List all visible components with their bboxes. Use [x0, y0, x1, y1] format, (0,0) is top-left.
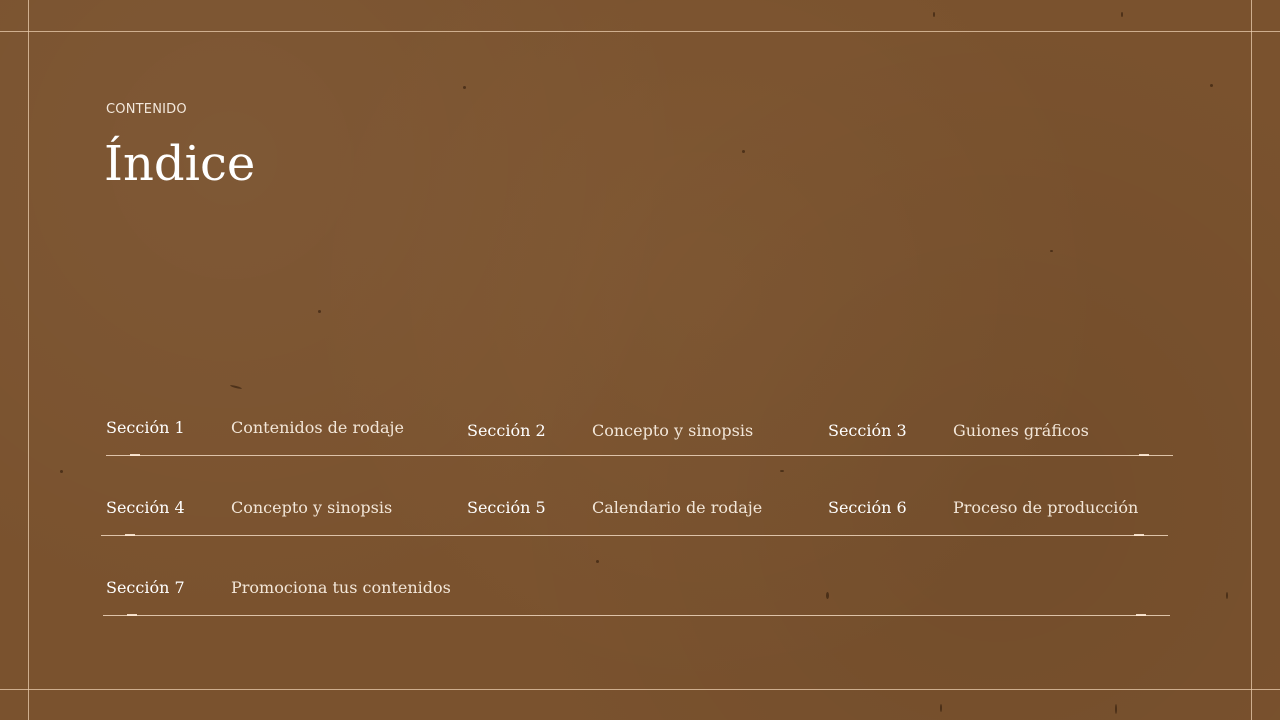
- texture-speck: [1210, 84, 1213, 87]
- texture-speck: [1050, 250, 1053, 252]
- texture-speck: [826, 592, 829, 599]
- toc-section-description: Proceso de producción: [953, 498, 1139, 517]
- texture-speck: [940, 704, 942, 712]
- texture-speck: [742, 150, 745, 153]
- texture-speck: [1115, 704, 1117, 714]
- texture-speck: [60, 470, 63, 473]
- toc-section-label: Sección 6: [828, 498, 907, 517]
- row-divider: [101, 534, 1168, 536]
- texture-speck: [463, 86, 466, 89]
- toc-section-label: Sección 7: [106, 578, 185, 597]
- frame-line-bottom: [0, 689, 1280, 690]
- frame-line-left: [28, 0, 29, 720]
- texture-speck: [780, 470, 784, 472]
- frame-line-right: [1251, 0, 1252, 720]
- row-divider: [103, 614, 1170, 616]
- toc-section-description: Guiones gráficos: [953, 421, 1089, 440]
- texture-speck: [318, 310, 321, 313]
- divider-tick: [1134, 534, 1144, 536]
- toc-section-description: Concepto y sinopsis: [231, 498, 393, 517]
- divider-tick: [127, 614, 137, 616]
- divider-tick: [125, 534, 135, 536]
- divider-tick: [130, 454, 140, 456]
- divider-tick: [1139, 454, 1149, 456]
- toc-section-label: Sección 1: [106, 418, 185, 437]
- row-divider: [106, 454, 1173, 456]
- section-eyebrow: CONTENIDO: [106, 102, 187, 117]
- toc-section-description: Calendario de rodaje: [592, 498, 763, 517]
- toc-section-description: Promociona tus contenidos: [231, 578, 451, 597]
- toc-section-label: Sección 2: [467, 421, 546, 440]
- page-title: Índice: [104, 136, 256, 192]
- texture-speck: [596, 560, 599, 563]
- texture-speck: [1121, 12, 1123, 17]
- toc-section-description: Contenidos de rodaje: [231, 418, 404, 437]
- toc-section-label: Sección 4: [106, 498, 185, 517]
- texture-speck: [229, 384, 243, 390]
- toc-section-description: Concepto y sinopsis: [592, 421, 754, 440]
- texture-speck: [933, 12, 935, 17]
- toc-section-label: Sección 3: [828, 421, 907, 440]
- divider-tick: [1136, 614, 1146, 616]
- frame-line-top: [0, 31, 1280, 32]
- toc-section-label: Sección 5: [467, 498, 546, 517]
- texture-speck: [1226, 592, 1228, 599]
